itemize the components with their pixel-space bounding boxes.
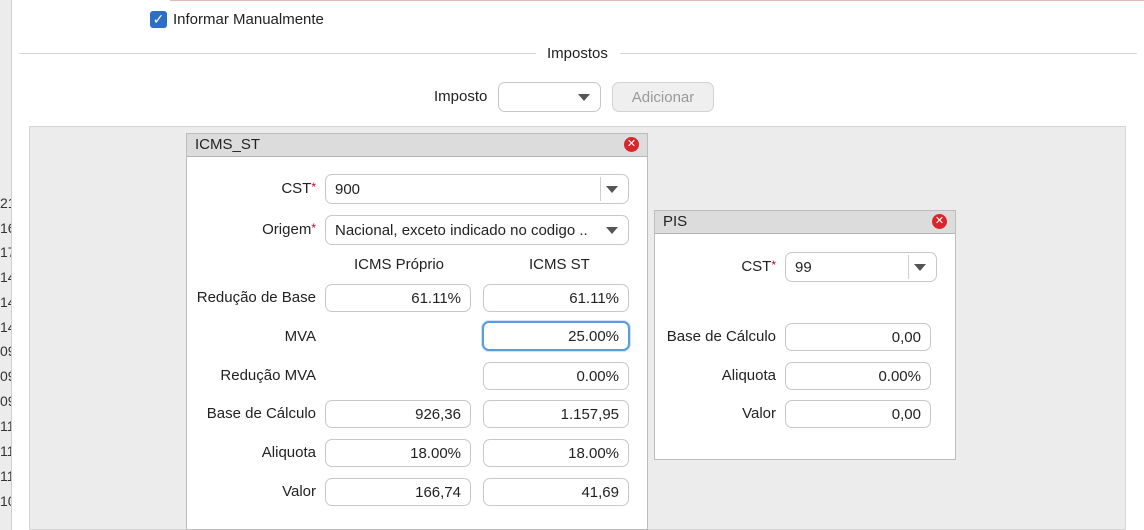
pis-cst-label-text: CST (741, 258, 772, 275)
base-calculo-proprio-input[interactable]: 926,36 (325, 400, 471, 428)
imposto-label: Imposto (434, 88, 488, 105)
imposto-select-value (508, 83, 560, 111)
strip-number: 09 (0, 343, 11, 359)
pis-base-calculo-label: Base de Cálculo (666, 328, 776, 345)
top-divider (170, 0, 1144, 1)
section-divider-left (19, 53, 536, 54)
pis-panel-title: PIS (663, 213, 688, 230)
valor-label: Valor (282, 483, 316, 500)
required-mark: * (771, 258, 776, 272)
icms-origem-value: Nacional, exceto indicado no codigo ... (335, 221, 588, 239)
strip-number: 17 (0, 244, 11, 260)
icms-origem-label-text: Origem (262, 221, 312, 238)
reducao-base-st-input[interactable]: 61.11% (483, 284, 629, 312)
strip-number: 09 (0, 393, 11, 409)
icms-origem-label: Origem* (200, 221, 316, 238)
icms-cst-select[interactable]: 900 (325, 174, 629, 204)
valor-st-input[interactable]: 41,69 (483, 478, 629, 506)
imposto-select[interactable] (498, 82, 601, 112)
pis-base-calculo-input[interactable]: 0,00 (785, 323, 931, 351)
pis-valor-input[interactable]: 0,00 (785, 400, 931, 428)
select-divider (908, 255, 909, 279)
pis-cst-select[interactable]: 99 (785, 252, 937, 282)
close-icon[interactable]: ✕ (932, 214, 947, 229)
chevron-down-icon (578, 94, 590, 101)
mva-label: MVA (284, 328, 316, 345)
reducao-mva-label: Redução MVA (220, 367, 316, 384)
impostos-section-title: Impostos (547, 45, 608, 62)
section-divider-right (620, 53, 1137, 54)
adicionar-button[interactable]: Adicionar (612, 82, 714, 112)
pis-panel-header: PIS ✕ (655, 211, 955, 234)
aliquota-st-input[interactable]: 18.00% (483, 439, 629, 467)
pis-aliquota-input[interactable]: 0.00% (785, 362, 931, 390)
strip-number: 09 (0, 368, 11, 384)
chevron-down-icon (606, 227, 618, 234)
icms-st-panel-title: ICMS_ST (195, 136, 261, 153)
icms-cst-label: CST* (200, 180, 316, 197)
strip-number: 16 (0, 220, 11, 236)
strip-number: 21 (0, 195, 11, 211)
pis-cst-value: 99 (795, 258, 812, 276)
reducao-mva-st-input[interactable]: 0.00% (483, 362, 629, 390)
valor-proprio-input[interactable]: 166,74 (325, 478, 471, 506)
base-calculo-label: Base de Cálculo (206, 405, 316, 422)
aliquota-proprio-input[interactable]: 18.00% (325, 439, 471, 467)
col-header-icms-st: ICMS ST (529, 256, 590, 273)
strip-number: 11 (0, 468, 11, 484)
reducao-base-proprio-input[interactable]: 61.11% (325, 284, 471, 312)
strip-number: 10 (0, 493, 11, 509)
select-divider (600, 177, 601, 201)
base-calculo-st-input[interactable]: 1.157,95 (483, 400, 629, 428)
close-icon[interactable]: ✕ (624, 137, 639, 152)
strip-number: 14 (0, 294, 11, 310)
required-mark: * (311, 180, 316, 194)
background-window-strip: 21 16 17 14 14 14 09 09 09 11 11 11 10 (0, 0, 12, 530)
informar-manualmente-checkbox[interactable]: ✓ (150, 11, 167, 28)
strip-number: 14 (0, 269, 11, 285)
pis-aliquota-label: Aliquota (721, 367, 776, 384)
informar-manualmente-label: Informar Manualmente (173, 11, 324, 28)
reducao-base-label: Redução de Base (196, 289, 316, 306)
icms-cst-label-text: CST (281, 180, 312, 197)
required-mark: * (311, 221, 316, 235)
icms-st-panel-header: ICMS_ST ✕ (187, 134, 647, 157)
aliquota-label: Aliquota (261, 444, 316, 461)
check-icon: ✓ (152, 11, 165, 27)
chevron-down-icon (606, 186, 618, 193)
pis-valor-label: Valor (742, 405, 776, 422)
icms-origem-select[interactable]: Nacional, exceto indicado no codigo ... (325, 215, 629, 245)
chevron-down-icon (914, 264, 926, 271)
mva-st-input[interactable]: 25.00% (482, 321, 630, 351)
strip-number: 14 (0, 319, 11, 335)
strip-number: 11 (0, 443, 11, 459)
pis-cst-label: CST* (660, 258, 776, 275)
icms-cst-value: 900 (335, 180, 361, 198)
col-header-icms-proprio: ICMS Próprio (354, 256, 445, 273)
strip-number: 11 (0, 418, 11, 434)
